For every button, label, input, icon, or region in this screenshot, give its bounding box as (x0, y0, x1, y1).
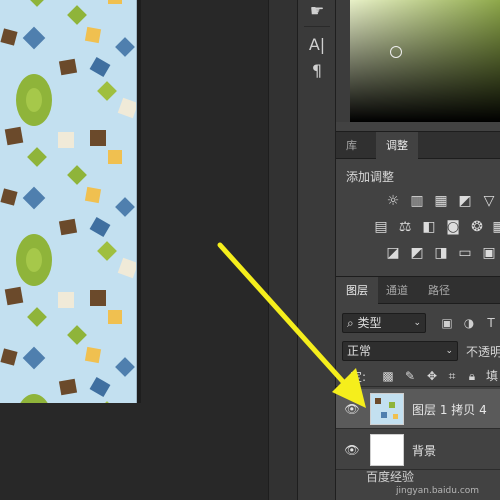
adjust-title: 添加调整 (346, 170, 395, 184)
blend-row: 正常 ⌄ 不透明 (342, 341, 500, 361)
collapsed-panel-dock: ☛ A| ¶ (298, 0, 336, 500)
document-image[interactable] (0, 0, 137, 403)
fill-label: 填 (485, 369, 498, 383)
exposure-icon[interactable]: ◩ (456, 192, 474, 210)
paragraph-panel-icon[interactable]: ¶ (304, 60, 330, 82)
lock-paint-icon[interactable]: ✎ (402, 367, 418, 385)
posterize-icon[interactable]: ◩ (408, 244, 426, 262)
chevron-down-icon: ⌄ (413, 318, 421, 328)
hand-pointer-icon[interactable]: ☛ (304, 0, 330, 22)
levels-icon[interactable]: ▥ (408, 192, 426, 210)
layers-panel: ⌕ 类型 ⌄ ▣ ◑ T 正常 ⌄ 不透明 定: ▩ ✎ ✥ ⌗ 🔒︎ 填 👁︎ (336, 305, 500, 500)
chevron-down-icon: ⌄ (445, 346, 453, 356)
tab-channels[interactable]: 通道 (376, 277, 418, 304)
selective-color-icon[interactable]: ▣ (480, 244, 498, 262)
adjustment-filter-icon[interactable]: ◑ (460, 313, 478, 333)
tab-paths[interactable]: 路径 (418, 277, 460, 304)
lock-move-icon[interactable]: ✥ (424, 367, 440, 385)
layer-name[interactable]: 背景 (412, 442, 436, 459)
layer-row[interactable]: 👁︎ 背景 (336, 430, 500, 470)
panel-divider-strip (268, 0, 298, 500)
opacity-label[interactable]: 不透明 (466, 343, 500, 360)
layer-thumbnail (370, 393, 404, 425)
adjust-panel-tabs: 库 调整 (336, 131, 500, 159)
vibrance-triangle-icon[interactable]: ▽ (480, 192, 498, 210)
color-field[interactable] (350, 0, 500, 122)
tab-layers[interactable]: 图层 (336, 277, 378, 304)
right-panels: 库 调整 添加调整 ☼ ▥ ▦ ◩ ▽ ▤ ⚖ ◧ ◙ ❂ ▦ ◪ ◩ ◨ ▭ … (336, 0, 500, 500)
adjustments-panel: 添加调整 ☼ ▥ ▦ ◩ ▽ ▤ ⚖ ◧ ◙ ❂ ▦ ◪ ◩ ◨ ▭ ▣ (336, 160, 500, 272)
lock-label: 定: (350, 370, 367, 384)
lock-all-icon[interactable]: 🔒︎ (464, 367, 480, 385)
layer-name[interactable]: 图层 1 拷贝 4 (412, 401, 487, 418)
color-marker[interactable] (390, 46, 402, 58)
curves-icon[interactable]: ▦ (432, 192, 450, 210)
watermark-subtext: jingyan.baidu.com (396, 486, 480, 496)
layer-thumbnail (370, 434, 404, 466)
channel-mixer-icon[interactable]: ❂ (468, 218, 486, 236)
photo-filter-icon[interactable]: ◙ (444, 218, 462, 236)
layers-panel-tabs: 图层 通道 路径 (336, 276, 500, 304)
blend-mode-value: 正常 (347, 344, 372, 358)
invert-icon[interactable]: ◪ (384, 244, 402, 262)
pattern-artwork (0, 0, 136, 403)
canvas-shadow (137, 0, 141, 403)
color-balance-icon[interactable]: ⚖ (396, 218, 414, 236)
dock-separator (304, 26, 330, 27)
brightness-contrast-icon[interactable]: ☼ (384, 192, 402, 210)
gradient-map-icon[interactable]: ▭ (456, 244, 474, 262)
color-table-icon[interactable]: ▦ (490, 218, 500, 236)
layer-row[interactable]: 👁︎ 图层 1 拷贝 4 (336, 389, 500, 429)
image-filter-icon[interactable]: ▣ (438, 313, 456, 333)
layer-kind-filter[interactable]: ⌕ 类型 ⌄ (342, 313, 426, 333)
watermark-text: 百度经验 (366, 470, 415, 484)
lock-transparent-icon[interactable]: ▩ (380, 367, 396, 385)
layer-kind-value: 类型 (357, 316, 382, 330)
lock-row: 定: ▩ ✎ ✥ ⌗ 🔒︎ 填 (336, 365, 500, 387)
visibility-eye-icon[interactable]: 👁︎ (344, 442, 360, 458)
visibility-eye-icon[interactable]: 👁︎ (344, 401, 360, 417)
document-canvas-area[interactable] (0, 0, 268, 500)
color-panel (336, 0, 500, 122)
tab-library[interactable]: 库 (336, 132, 367, 159)
color-lookup-grid-icon[interactable]: ▤ (372, 218, 390, 236)
threshold-icon[interactable]: ◨ (432, 244, 450, 262)
layer-filter-row: ⌕ 类型 ⌄ ▣ ◑ T (342, 313, 500, 335)
lock-artboard-icon[interactable]: ⌗ (444, 367, 460, 385)
pattern-thumbnail-art (371, 394, 403, 424)
black-white-icon[interactable]: ◧ (420, 218, 438, 236)
type-filter-icon[interactable]: T (482, 313, 500, 333)
blend-mode-select[interactable]: 正常 ⌄ (342, 341, 458, 361)
character-panel-icon[interactable]: A| (304, 34, 330, 56)
search-icon: ⌕ (347, 316, 358, 330)
tab-adjustments[interactable]: 调整 (376, 132, 418, 159)
